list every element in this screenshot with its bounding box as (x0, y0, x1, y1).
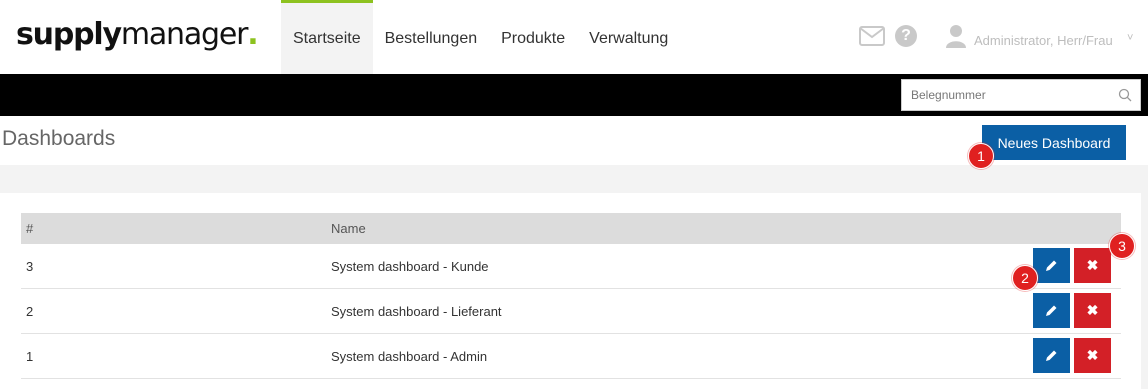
pencil-icon (1046, 260, 1057, 271)
row-name: System dashboard - Admin (331, 349, 488, 364)
table-row: 2 System dashboard - Lieferant ✖ (21, 289, 1121, 334)
row-name: System dashboard - Lieferant (331, 304, 502, 319)
nav-item-bestellungen[interactable]: Bestellungen (373, 0, 490, 74)
close-icon: ✖ (1086, 347, 1099, 363)
page-title: Dashboards (2, 127, 116, 150)
annotation-marker-2: 2 (1012, 265, 1038, 291)
logo-part-supply: supply (16, 17, 122, 52)
user-menu-name[interactable]: Administrator, Herr/Frau (974, 33, 1113, 48)
table-row: 3 System dashboard - Kunde ✖ (21, 244, 1121, 289)
table-row: 1 System dashboard - Admin ✖ (21, 334, 1121, 379)
main-nav: Startseite Bestellungen Produkte Verwalt… (281, 0, 680, 74)
nav-item-produkte[interactable]: Produkte (489, 0, 577, 74)
logo-part-manager: manager (120, 17, 249, 52)
document-search (901, 79, 1141, 111)
nav-item-startseite[interactable]: Startseite (281, 0, 373, 74)
new-dashboard-button[interactable]: Neues Dashboard (982, 125, 1126, 160)
search-input[interactable] (902, 80, 1102, 110)
top-navbar: supplymanager. Startseite Bestellungen P… (0, 0, 1148, 74)
row-name: System dashboard - Kunde (331, 259, 489, 274)
table-header: # Name (21, 213, 1121, 244)
row-number: 3 (26, 259, 34, 274)
delete-button[interactable]: ✖ (1074, 338, 1111, 373)
edit-button[interactable] (1033, 338, 1070, 373)
help-icon[interactable]: ? (895, 25, 917, 47)
chevron-down-icon[interactable]: ˅ (1127, 32, 1133, 44)
row-number: 1 (26, 349, 34, 364)
logo-dot: . (247, 17, 258, 52)
edit-button[interactable] (1033, 248, 1070, 283)
close-icon: ✖ (1086, 257, 1099, 273)
edit-button[interactable] (1033, 293, 1070, 328)
supplymanager-logo[interactable]: supplymanager. (16, 17, 259, 52)
delete-button[interactable]: ✖ (1074, 248, 1111, 283)
pencil-icon (1046, 305, 1057, 316)
row-number: 2 (26, 304, 34, 319)
dashboards-table: # Name 3 System dashboard - Kunde ✖ 2 Sy… (21, 213, 1121, 379)
search-icon[interactable] (1118, 88, 1132, 102)
nav-item-verwaltung[interactable]: Verwaltung (577, 0, 680, 74)
pencil-icon (1046, 350, 1057, 361)
mail-icon[interactable] (859, 26, 885, 46)
user-icon[interactable] (946, 24, 966, 48)
delete-button[interactable]: ✖ (1074, 293, 1111, 328)
annotation-marker-3: 3 (1109, 233, 1135, 259)
column-header-name[interactable]: Name (331, 221, 366, 236)
column-header-number[interactable]: # (26, 221, 33, 236)
annotation-marker-1: 1 (968, 143, 994, 169)
close-icon: ✖ (1086, 302, 1099, 318)
